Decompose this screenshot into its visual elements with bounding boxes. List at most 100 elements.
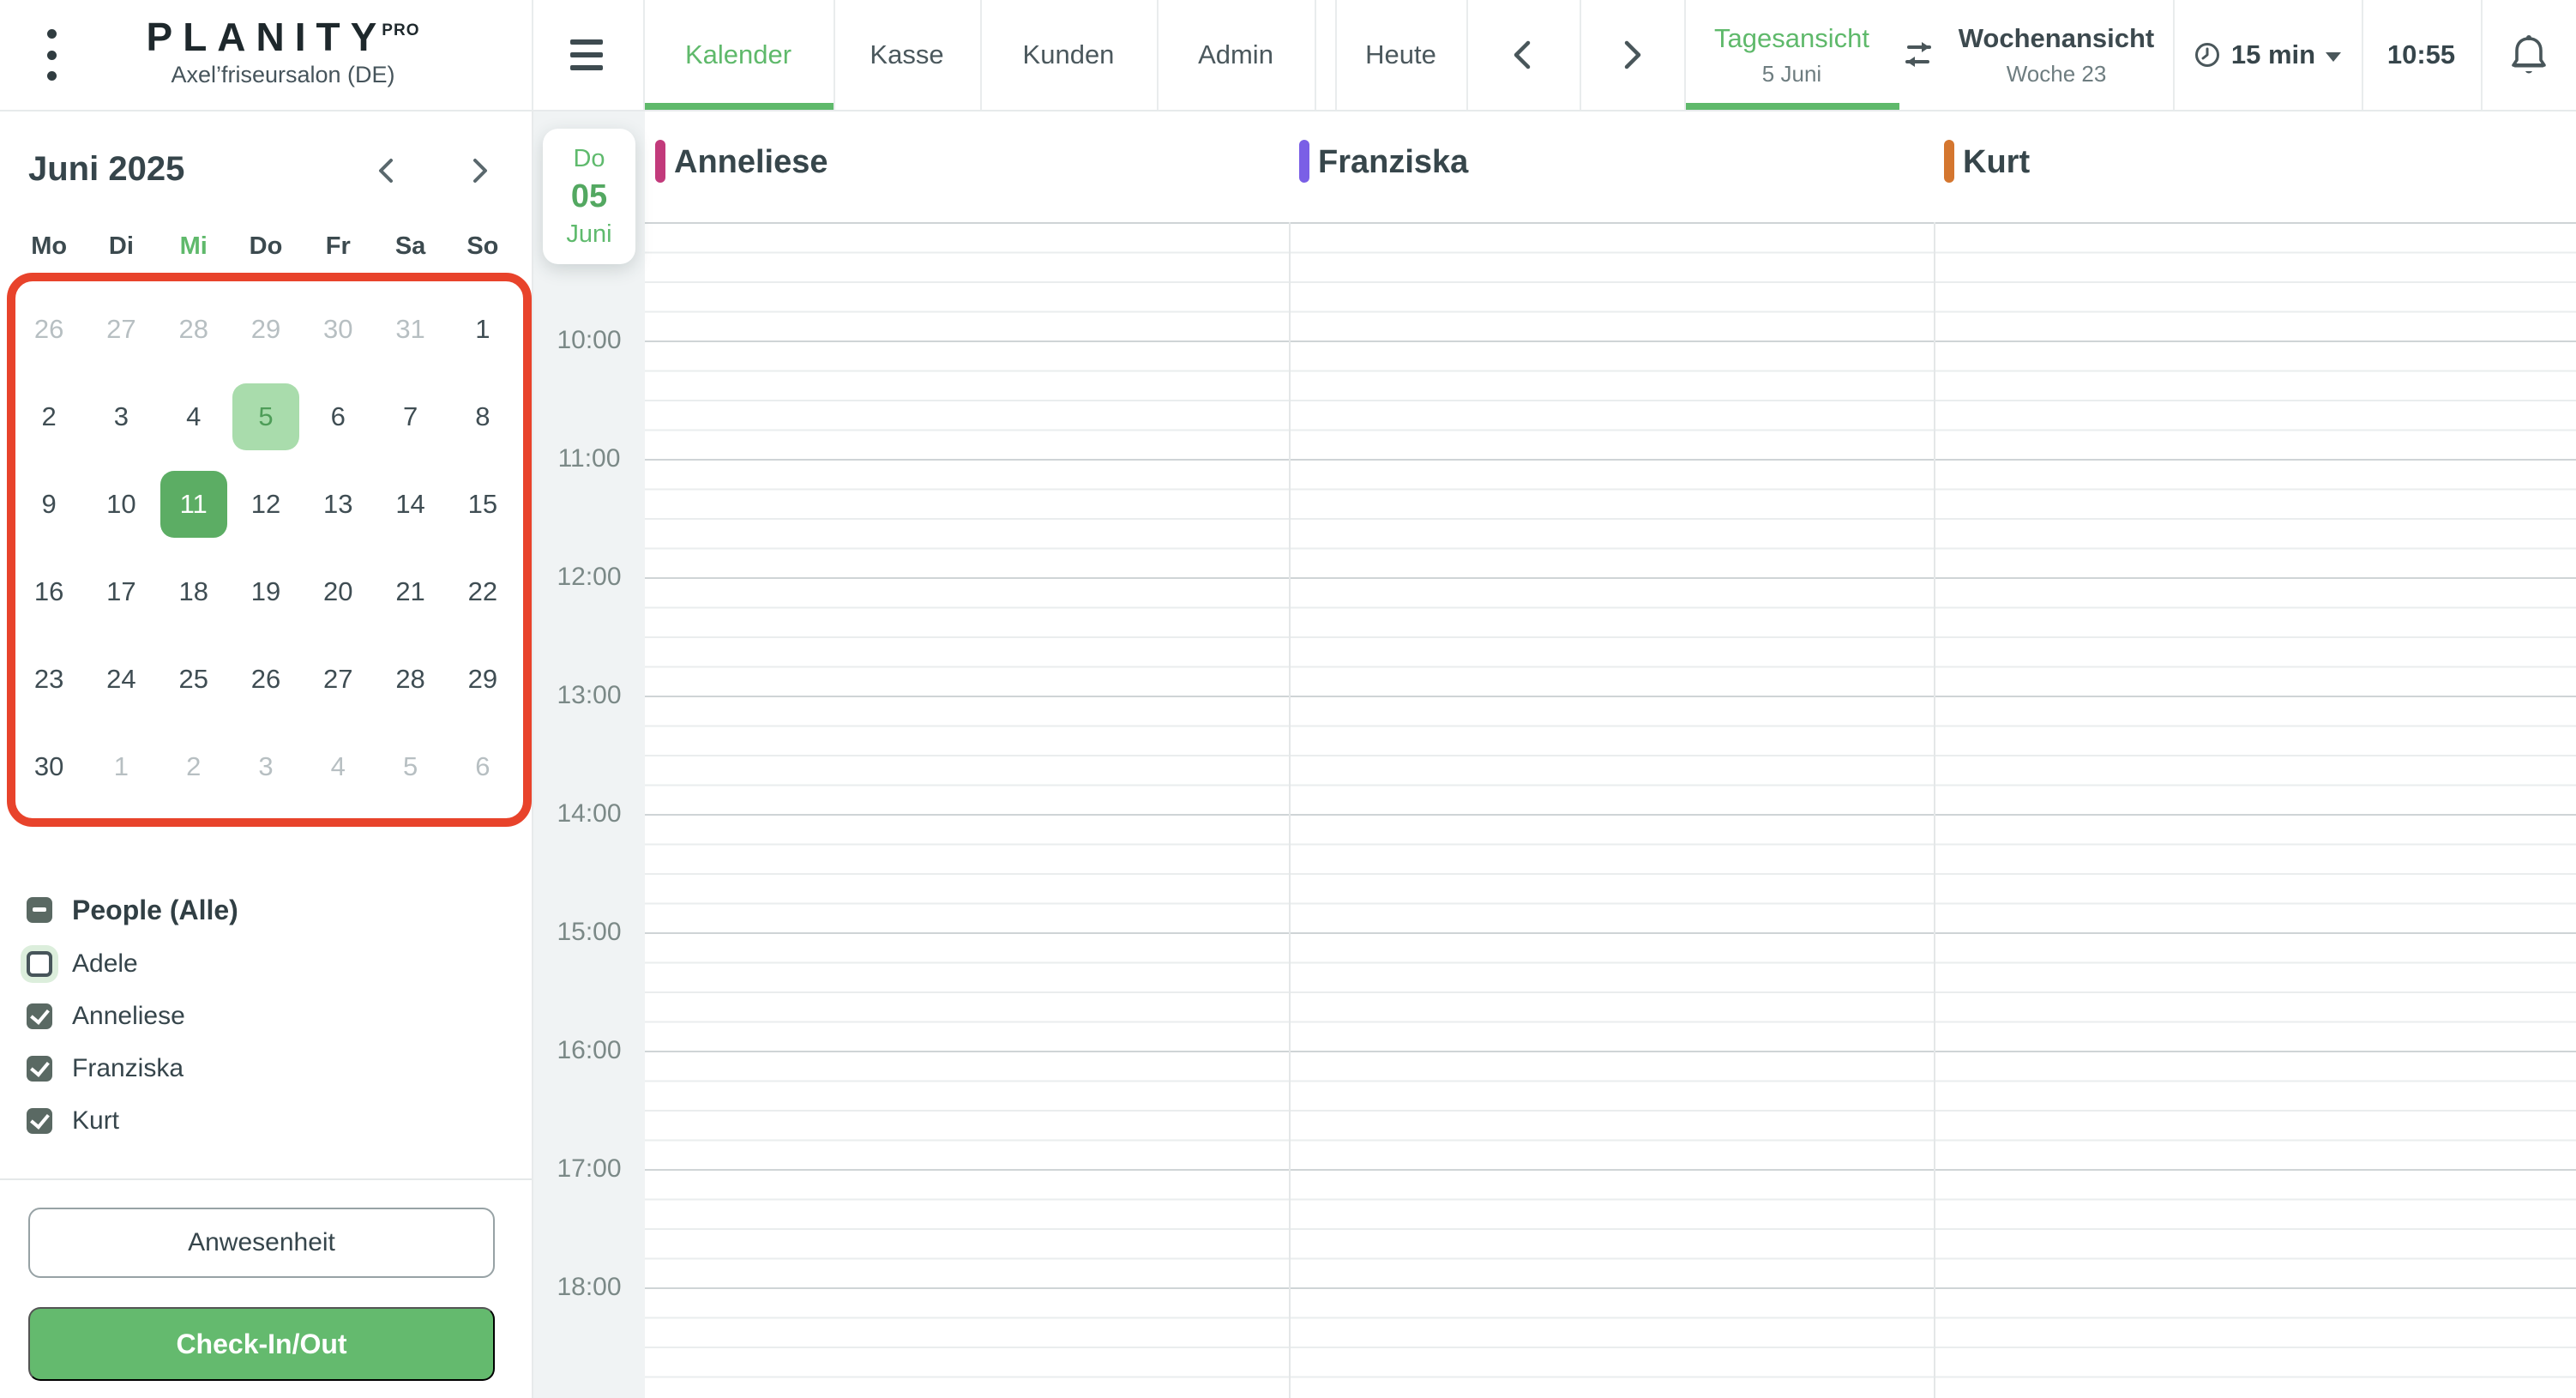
mini-cal-day-number: 20 xyxy=(323,576,353,606)
mini-cal-day[interactable]: 4 xyxy=(302,723,374,810)
mini-cal-day[interactable]: 29 xyxy=(230,286,302,373)
people-select-all-checkbox[interactable] xyxy=(27,897,52,923)
mini-cal-day[interactable]: 24 xyxy=(85,636,157,723)
person-checkbox-franziska[interactable] xyxy=(27,1056,52,1082)
interval-selector[interactable]: 15 min xyxy=(2173,0,2362,110)
mini-cal-day[interactable]: 5 xyxy=(374,723,446,810)
mini-cal-day[interactable]: 27 xyxy=(302,636,374,723)
kebab-menu-icon[interactable] xyxy=(34,29,69,81)
mini-cal-day-number: 26 xyxy=(250,664,281,694)
next-day-button[interactable] xyxy=(1580,0,1684,110)
sidebar-footer-divider xyxy=(0,1178,532,1180)
mini-cal-day-number: 6 xyxy=(330,401,346,431)
mini-cal-day-number: 11 xyxy=(159,471,227,538)
week-view-number: Woche 23 xyxy=(2006,60,2107,87)
mini-cal-day[interactable]: 7 xyxy=(374,373,446,461)
mini-cal-day[interactable]: 16 xyxy=(13,548,85,636)
mini-cal-day[interactable]: 31 xyxy=(374,286,446,373)
mini-calendar-prev-button[interactable] xyxy=(367,152,405,190)
mini-cal-day[interactable]: 19 xyxy=(230,548,302,636)
mini-cal-day[interactable]: 28 xyxy=(374,636,446,723)
mini-cal-day[interactable]: 4 xyxy=(158,373,230,461)
weekday-label-mo: Mo xyxy=(31,232,68,260)
mini-cal-day[interactable]: 2 xyxy=(13,373,85,461)
staff-name-franziska[interactable]: Franziska xyxy=(1318,144,1468,181)
mini-cal-day[interactable]: 12 xyxy=(230,461,302,548)
sidebar: Juni 2025 Mo Di Mi Do Fr Sa So 26 27 28 29 30 31 1 2 3… xyxy=(0,111,533,1398)
mini-cal-day[interactable]: 18 xyxy=(158,548,230,636)
time-label-1000: 10:00 xyxy=(557,326,622,354)
mini-cal-day[interactable]: 1 xyxy=(85,723,157,810)
mini-cal-day[interactable]: 8 xyxy=(447,373,519,461)
hamburger-menu-icon[interactable] xyxy=(554,34,619,75)
calendar-grid[interactable] xyxy=(645,222,2576,1398)
mini-cal-day-number: 16 xyxy=(33,576,64,606)
selected-date-card[interactable]: Do 05 Juni xyxy=(543,129,635,264)
people-item-franziska: Franziska xyxy=(27,1050,184,1088)
attendance-button[interactable]: Anwesenheit xyxy=(28,1208,495,1278)
people-item-kurt: Kurt xyxy=(27,1102,119,1140)
mini-cal-day-number: 13 xyxy=(323,489,353,519)
date-card-weekday: Do xyxy=(573,144,605,172)
mini-cal-day[interactable]: 29 xyxy=(447,636,519,723)
mini-cal-day[interactable]: 3 xyxy=(85,373,157,461)
mini-cal-day[interactable]: 23 xyxy=(13,636,85,723)
topbar-divider xyxy=(2481,0,2483,110)
staff-color-bar-franziska xyxy=(1299,140,1309,183)
mini-cal-day[interactable]: 26 xyxy=(230,636,302,723)
mini-cal-day[interactable]: 1 xyxy=(447,286,519,373)
mini-cal-day[interactable]: 21 xyxy=(374,548,446,636)
mini-cal-day[interactable]: 13 xyxy=(302,461,374,548)
person-checkbox-adele[interactable] xyxy=(27,951,52,977)
prev-day-button[interactable] xyxy=(1466,0,1580,110)
interval-value: 15 min xyxy=(2230,39,2316,69)
mini-cal-day[interactable]: 30 xyxy=(302,286,374,373)
mini-cal-day[interactable]: 5 xyxy=(230,373,302,461)
chevron-left-icon xyxy=(1514,40,1531,69)
mini-cal-day[interactable]: 6 xyxy=(302,373,374,461)
mini-cal-day[interactable]: 17 xyxy=(85,548,157,636)
mini-cal-day-number: 31 xyxy=(395,314,425,344)
mini-cal-day[interactable]: 28 xyxy=(158,286,230,373)
mini-cal-day[interactable]: 25 xyxy=(158,636,230,723)
staff-name-kurt[interactable]: Kurt xyxy=(1963,144,2030,181)
weekday-label-fr: Fr xyxy=(325,232,351,260)
person-checkbox-anneliese[interactable] xyxy=(27,1003,52,1029)
mini-cal-day[interactable]: 26 xyxy=(13,286,85,373)
tab-kunden[interactable]: Kunden xyxy=(980,0,1157,110)
tab-kalender[interactable]: Kalender xyxy=(643,0,834,110)
today-button[interactable]: Heute xyxy=(1335,0,1466,110)
mini-cal-day[interactable]: 27 xyxy=(85,286,157,373)
mini-cal-day-number: 26 xyxy=(33,314,64,344)
mini-cal-day[interactable]: 22 xyxy=(447,548,519,636)
mini-cal-day[interactable]: 11 xyxy=(158,461,230,548)
mini-cal-day[interactable]: 10 xyxy=(85,461,157,548)
mini-cal-day[interactable]: 2 xyxy=(158,723,230,810)
tab-day-view[interactable]: Tagesansicht 5 Juni xyxy=(1684,0,1899,110)
swap-views-icon[interactable] xyxy=(1897,36,1940,74)
check-in-out-button[interactable]: Check-In/Out xyxy=(28,1307,495,1381)
tab-week-view[interactable]: Wochenansicht Woche 23 xyxy=(1940,0,2173,110)
mini-cal-day[interactable]: 20 xyxy=(302,548,374,636)
mini-cal-day-number: 1 xyxy=(113,751,129,781)
mini-cal-day[interactable]: 3 xyxy=(230,723,302,810)
staff-name-anneliese[interactable]: Anneliese xyxy=(674,144,828,181)
chevron-left-icon xyxy=(379,159,393,183)
mini-calendar-month-title: Juni 2025 xyxy=(28,150,185,188)
mini-cal-day[interactable]: 14 xyxy=(374,461,446,548)
staff-color-bar-kurt xyxy=(1944,140,1954,183)
mini-calendar-next-button[interactable] xyxy=(461,152,499,190)
current-time: 10:55 xyxy=(2386,39,2456,69)
mini-cal-day[interactable]: 15 xyxy=(447,461,519,548)
notifications-button[interactable] xyxy=(2481,0,2576,110)
mini-cal-day[interactable]: 6 xyxy=(447,723,519,810)
mini-cal-day-number: 19 xyxy=(250,576,281,606)
tab-kasse[interactable]: Kasse xyxy=(834,0,980,110)
chevron-right-icon xyxy=(473,159,487,183)
person-checkbox-kurt[interactable] xyxy=(27,1108,52,1134)
mini-cal-day[interactable]: 30 xyxy=(13,723,85,810)
mini-cal-day[interactable]: 9 xyxy=(13,461,85,548)
tab-admin[interactable]: Admin xyxy=(1157,0,1315,110)
staff-color-bar-anneliese xyxy=(655,140,665,183)
brand-logo: PLANITYPRO Axel’friseursalon (DE) xyxy=(137,14,429,88)
